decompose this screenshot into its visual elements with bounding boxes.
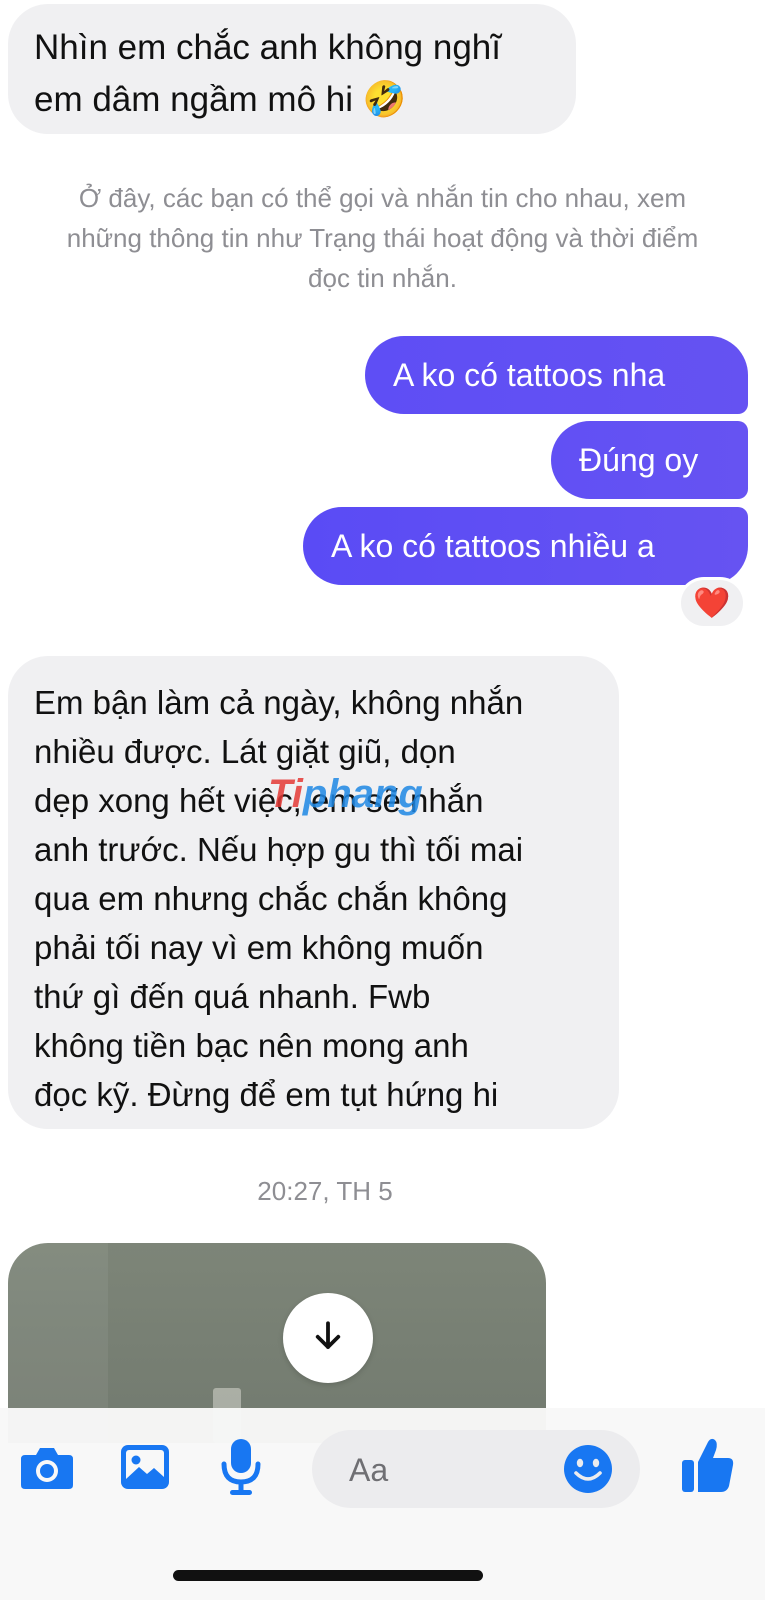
message-timestamp: 20:27, TH 5 bbox=[257, 1176, 393, 1206]
message-text-line: Em bận làm cả ngày, không nhắn bbox=[34, 684, 524, 721]
home-indicator[interactable] bbox=[173, 1570, 483, 1581]
incoming-message-bubble[interactable]: Nhìn em chắc anh không nghĩ em dâm ngầm … bbox=[8, 4, 576, 134]
emoji-icon[interactable] bbox=[562, 1443, 614, 1495]
message-text-line: phải tối nay vì em không muốn bbox=[34, 929, 484, 966]
outgoing-message-bubble[interactable]: A ko có tattoos nhiều a bbox=[303, 507, 748, 585]
message-text: A ko có tattoos nhiều a bbox=[331, 528, 655, 564]
message-text-line: Nhìn em chắc anh không nghĩ bbox=[34, 28, 501, 67]
note-line: những thông tin như Trạng thái hoạt động… bbox=[66, 223, 699, 253]
message-text: A ko có tattoos nha bbox=[393, 357, 666, 393]
thumbs-up-icon[interactable] bbox=[680, 1436, 736, 1494]
incoming-message-bubble[interactable]: Em bận làm cả ngày, không nhắn nhiều đượ… bbox=[8, 656, 619, 1129]
note-line: đọc tin nhắn. bbox=[308, 263, 457, 293]
outgoing-message-bubble[interactable]: A ko có tattoos nha bbox=[365, 336, 748, 414]
outgoing-message-bubble[interactable]: Đúng oy bbox=[551, 421, 748, 499]
message-text-input[interactable] bbox=[347, 1430, 561, 1510]
image-icon[interactable] bbox=[118, 1442, 172, 1492]
watermark-part: phang bbox=[302, 772, 423, 816]
message-text-line: anh trước. Nếu hợp gu thì tối mai bbox=[34, 831, 524, 868]
arrow-down-icon bbox=[309, 1317, 347, 1360]
heart-emoji: ❤️ bbox=[693, 586, 731, 620]
rofl-emoji: 🤣 bbox=[362, 80, 407, 119]
message-text-line: em dâm ngầm mô hi 🤣 bbox=[34, 80, 407, 119]
microphone-icon[interactable] bbox=[218, 1436, 264, 1498]
message-text-line: qua em nhưng chắc chắn không bbox=[34, 880, 508, 917]
message-text: Đúng oy bbox=[579, 442, 699, 478]
conversation-info-note: Ở đây, các bạn có thể gọi và nhắn tin ch… bbox=[0, 178, 765, 298]
message-input[interactable] bbox=[312, 1430, 640, 1510]
message-text-line: không tiền bạc nên mong anh bbox=[34, 1027, 469, 1064]
message-text-line: nhiều được. Lát giặt giũ, dọn bbox=[34, 733, 456, 770]
camera-icon[interactable] bbox=[18, 1443, 76, 1493]
message-text-line: đọc kỹ. Đừng để em tụt hứng hi bbox=[34, 1076, 499, 1113]
note-line: Ở đây, các bạn có thể gọi và nhắn tin ch… bbox=[78, 183, 687, 213]
heart-reaction[interactable]: ❤️ bbox=[681, 580, 743, 626]
watermark-logo: Tiphang bbox=[268, 772, 423, 817]
watermark-part: Ti bbox=[268, 772, 303, 816]
scroll-to-bottom-button[interactable] bbox=[283, 1293, 373, 1383]
message-text-line: thứ gì đến quá nhanh. Fwb bbox=[34, 978, 431, 1015]
